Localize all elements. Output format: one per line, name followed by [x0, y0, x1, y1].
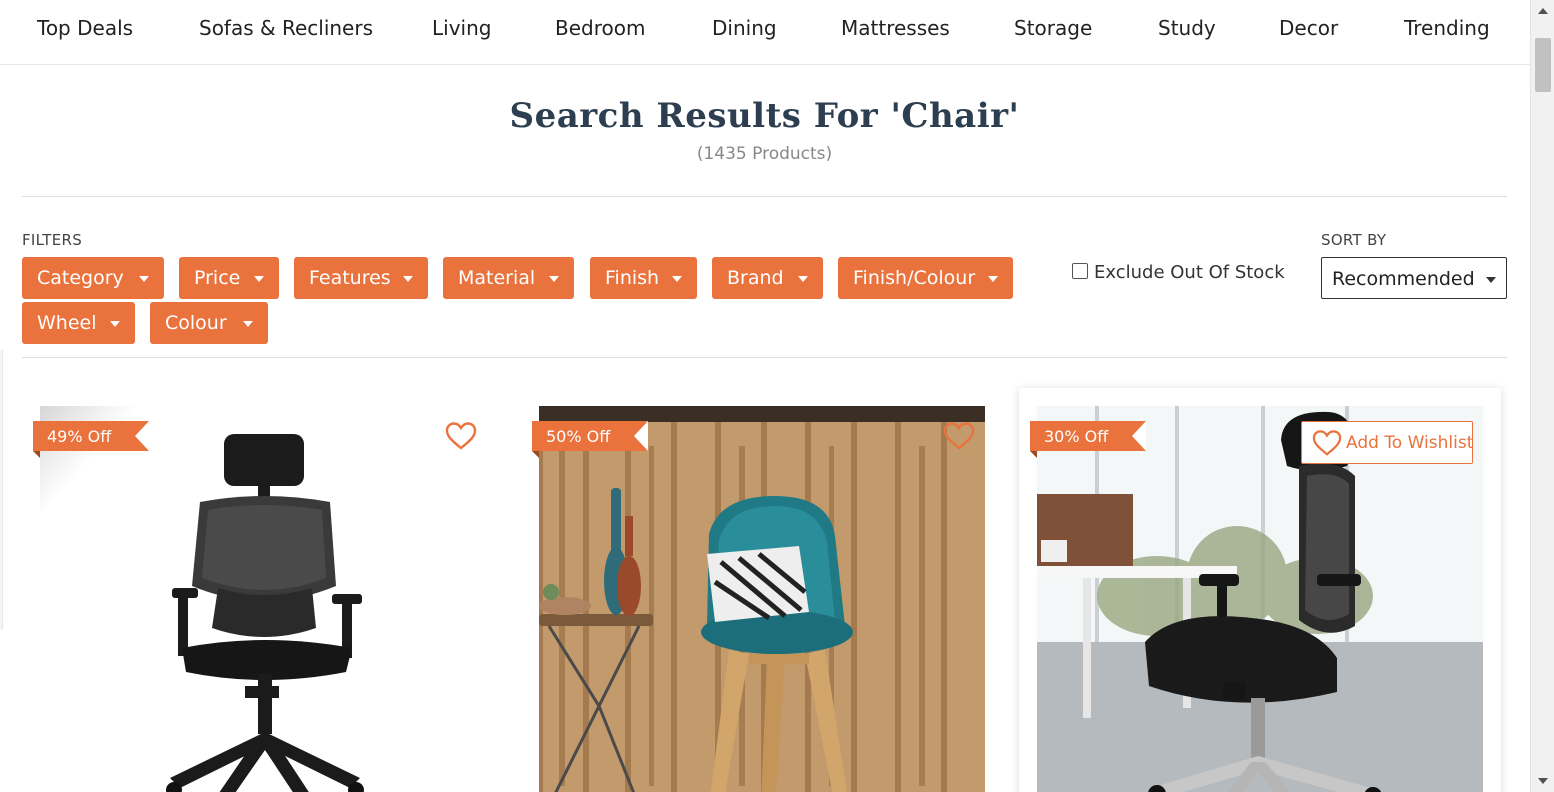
discount-label: 30% Off: [1044, 427, 1109, 446]
caret-down-icon: [798, 276, 808, 282]
discount-label: 50% Off: [546, 427, 611, 446]
top-navigation: Top Deals Sofas & Recliners Living Bedro…: [0, 0, 1530, 65]
heart-icon: [1312, 430, 1342, 456]
nav-trending[interactable]: Trending: [1404, 16, 1490, 40]
filter-label: Category: [37, 267, 124, 289]
chevron-down-icon: [1486, 277, 1496, 283]
exclude-out-of-stock-checkbox[interactable]: [1072, 263, 1088, 279]
filter-brand[interactable]: Brand: [712, 257, 823, 299]
nav-dining[interactable]: Dining: [712, 16, 777, 40]
add-to-wishlist-label: Add To Wishlist: [1346, 433, 1474, 453]
product-image[interactable]: [539, 406, 985, 792]
filter-price[interactable]: Price: [179, 257, 279, 299]
filter-finish-colour[interactable]: Finish/Colour: [838, 257, 1013, 299]
filter-colour[interactable]: Colour: [150, 302, 268, 344]
filter-material[interactable]: Material: [443, 257, 574, 299]
filter-wheel[interactable]: Wheel: [22, 302, 135, 344]
sort-select[interactable]: Recommended: [1321, 257, 1507, 299]
filter-label: Price: [194, 267, 241, 289]
wishlist-heart-icon[interactable]: [943, 421, 975, 451]
add-to-wishlist-button[interactable]: Add To Wishlist: [1301, 421, 1473, 464]
divider: [22, 196, 1507, 197]
caret-down-icon: [254, 276, 264, 282]
product-card[interactable]: 50% Off: [521, 388, 1003, 792]
sort-by-label: SORT BY: [1321, 231, 1387, 249]
page-scrollbar[interactable]: [1530, 0, 1554, 792]
filter-label: Colour: [165, 312, 227, 334]
product-count: (1435 Products): [696, 144, 833, 164]
scroll-thumb[interactable]: [1535, 38, 1551, 92]
nav-study[interactable]: Study: [1158, 16, 1216, 40]
nav-storage[interactable]: Storage: [1014, 16, 1092, 40]
divider: [22, 357, 1507, 358]
caret-down-icon: [988, 276, 998, 282]
discount-ribbon: 30% Off: [1030, 421, 1147, 451]
filter-label: Brand: [727, 267, 784, 289]
discount-label: 49% Off: [47, 427, 112, 446]
filter-category[interactable]: Category: [22, 257, 164, 299]
ribbon-fold: [532, 451, 539, 458]
filters-label: FILTERS: [22, 231, 83, 249]
nav-top-deals[interactable]: Top Deals: [37, 16, 133, 40]
caret-down-icon: [549, 276, 559, 282]
search-header: Search Results For 'Chair' (1435 Product…: [22, 96, 1507, 164]
filter-label: Finish: [605, 267, 660, 289]
discount-ribbon: 49% Off: [33, 421, 150, 451]
nav-living[interactable]: Living: [432, 16, 491, 40]
caret-down-icon: [672, 276, 682, 282]
caret-down-icon: [403, 276, 413, 282]
filter-label: Finish/Colour: [853, 267, 976, 289]
caret-down-icon: [139, 276, 149, 282]
nav-bedroom[interactable]: Bedroom: [555, 16, 645, 40]
product-card[interactable]: 30% Off Add To Wishlist: [1019, 388, 1501, 792]
caret-down-icon: [110, 321, 120, 327]
filter-finish[interactable]: Finish: [590, 257, 697, 299]
filter-label: Wheel: [37, 312, 97, 334]
caret-down-icon: [243, 321, 253, 327]
nav-decor[interactable]: Decor: [1279, 16, 1338, 40]
wishlist-heart-icon[interactable]: [445, 421, 477, 451]
sort-selected-value: Recommended: [1332, 268, 1475, 290]
nav-mattresses[interactable]: Mattresses: [841, 16, 950, 40]
filter-label: Features: [309, 267, 391, 289]
filter-label: Material: [458, 267, 536, 289]
ribbon-fold: [33, 451, 40, 458]
exclude-out-of-stock[interactable]: Exclude Out Of Stock: [1072, 262, 1285, 283]
exclude-out-of-stock-label: Exclude Out Of Stock: [1094, 262, 1285, 283]
scroll-up-icon[interactable]: [1538, 8, 1548, 14]
product-image[interactable]: [40, 406, 486, 792]
scroll-down-icon[interactable]: [1538, 778, 1548, 784]
nav-sofas-recliners[interactable]: Sofas & Recliners: [199, 16, 373, 40]
filter-features[interactable]: Features: [294, 257, 428, 299]
ribbon-fold: [1030, 451, 1037, 458]
discount-ribbon: 50% Off: [532, 421, 649, 451]
page-title: Search Results For 'Chair': [509, 96, 1020, 136]
side-tab: [0, 350, 3, 630]
product-card[interactable]: 49% Off: [22, 388, 504, 792]
